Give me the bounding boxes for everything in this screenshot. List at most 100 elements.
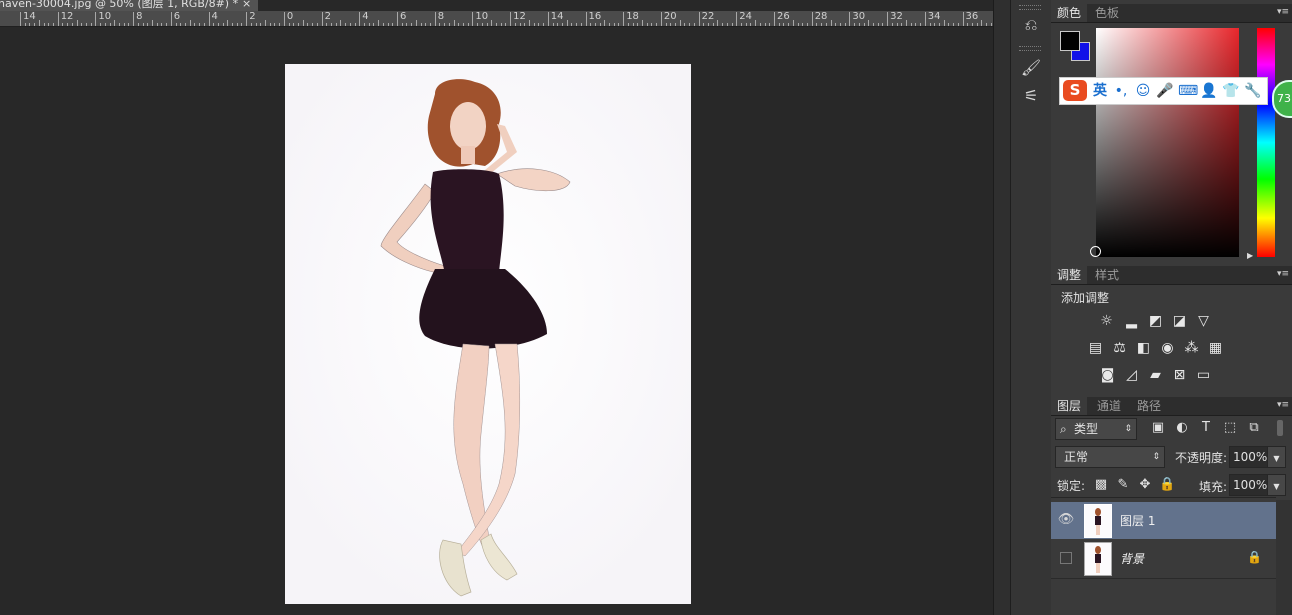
tool-presets-icon[interactable]: ⚟ [1018,85,1044,107]
color-picker-field[interactable] [1090,28,1239,257]
layers-scrollbar[interactable] [1276,500,1292,615]
selective-color-icon[interactable]: ⊠ [1171,367,1188,384]
vibrance-icon[interactable]: ▽ [1195,313,1212,330]
ruler-major-tick [510,12,512,26]
panel-menu-icon[interactable]: ▾≡ [1277,269,1289,279]
user-icon[interactable]: 👤 [1200,81,1218,101]
black-white-icon[interactable]: ◧ [1135,340,1152,357]
ruler-minor-tick [378,20,380,26]
document-canvas[interactable]: 2 [285,64,691,604]
ruler-minor-tick [943,20,945,26]
opacity-input[interactable]: 100% [1229,446,1268,468]
layer-row-background[interactable]: 背景 🔒 [1051,540,1276,577]
ruler-minor-tick [632,23,634,26]
keyboard-icon[interactable]: ⌨ [1178,81,1198,101]
ime-language-toggle[interactable]: 英 [1091,81,1109,101]
wrench-icon[interactable]: 🔧 [1244,81,1262,101]
foreground-color-swatch[interactable] [1060,31,1080,51]
shape-layer-filter-icon[interactable]: ⬚ [1222,420,1238,436]
ruler-minor-tick [331,23,333,26]
panel-menu-icon[interactable]: ▾≡ [1277,400,1289,410]
lock-all-icon[interactable]: 🔒 [1159,477,1175,493]
tab-adjustments[interactable]: 调整 [1051,266,1088,284]
posterize-icon[interactable]: ◿ [1123,367,1140,384]
ruler-minor-tick [717,20,719,26]
history-icon[interactable]: ⎌ [1018,14,1044,36]
tab-color[interactable]: 颜色 [1051,4,1088,22]
ruler-major-tick [774,12,775,26]
brush-presets-icon[interactable]: 🖌 [1018,57,1044,79]
ruler-major-tick [208,12,210,26]
blend-mode-select[interactable]: 正常 ⇕ [1055,446,1165,468]
photo-filter-icon[interactable]: ◉ [1159,340,1176,357]
tab-channels[interactable]: 通道 [1091,397,1127,415]
pixel-layer-filter-icon[interactable]: ▣ [1150,420,1166,436]
ruler-label: 16 [588,11,602,22]
hue-slider[interactable] [1257,28,1275,257]
threshold-icon[interactable]: ▰ [1147,367,1164,384]
lock-position-icon[interactable]: ✥ [1137,477,1153,493]
tab-layers[interactable]: 图层 [1051,397,1088,415]
levels-icon[interactable]: ▂ [1123,313,1140,330]
ruler-minor-tick [957,23,959,26]
microphone-icon[interactable]: 🎤 [1156,81,1174,101]
smart-object-filter-icon[interactable]: ⧉ [1246,420,1262,436]
curves-icon[interactable]: ◩ [1147,313,1164,330]
layer-row-layer1[interactable]: 👁 图层 1 [1051,502,1276,539]
color-balance-icon[interactable]: ⚖ [1111,340,1128,357]
fill-dropdown[interactable]: ▼ [1267,474,1286,496]
ime-punctuation-toggle[interactable]: •, [1112,81,1130,101]
color-lookup-icon[interactable]: ▦ [1207,340,1224,357]
ruler-minor-tick [166,23,168,26]
ruler-minor-tick [392,23,394,26]
ruler-minor-tick [920,23,922,26]
ruler-minor-tick [128,23,130,26]
layer-name[interactable]: 背景 [1120,550,1144,567]
close-document-icon[interactable]: × [242,0,251,9]
smiley-icon[interactable]: ☺ [1134,81,1152,101]
visibility-checkbox[interactable] [1060,552,1072,564]
ruler-minor-tick [382,23,384,26]
ruler-label: 28 [814,11,828,22]
ime-logo[interactable]: S [1063,80,1087,101]
channel-mixer-icon[interactable]: ⁂ [1183,340,1200,357]
panel-menu-icon[interactable]: ▾≡ [1277,7,1289,17]
document-tab[interactable]: haven-30004.jpg @ 50% (图层 1, RGB/8#) * × [0,0,258,11]
type-layer-filter-icon[interactable]: T [1198,420,1214,436]
hue-slider-marker-icon[interactable]: ▶ [1247,251,1253,260]
color-picker-cursor[interactable] [1090,246,1101,257]
ruler-major-tick [547,12,549,26]
adjustment-layer-filter-icon[interactable]: ◐ [1174,420,1190,436]
exposure-icon[interactable]: ◪ [1171,313,1188,330]
ruler-label: 2 [324,11,331,22]
tab-swatches[interactable]: 色板 [1089,4,1125,22]
ruler-minor-tick [731,23,733,26]
ruler-label: 10 [475,11,489,22]
fill-input[interactable]: 100% [1229,474,1268,496]
ruler-minor-tick [505,23,507,26]
invert-icon[interactable]: ◙ [1099,367,1116,384]
strip-grip[interactable] [1019,46,1041,51]
filter-toggle-switch[interactable] [1277,420,1283,436]
opacity-dropdown[interactable]: ▼ [1267,446,1286,468]
hue-saturation-icon[interactable]: ▤ [1087,340,1104,357]
ruler-minor-tick [750,23,752,26]
gradient-map-icon[interactable]: ▭ [1195,367,1212,384]
ruler-minor-tick [24,23,26,26]
tab-styles[interactable]: 样式 [1089,266,1125,284]
strip-grip[interactable] [1019,5,1041,10]
brightness-icon[interactable]: ☼ [1098,313,1115,330]
ruler-minor-tick [528,20,530,26]
eye-icon[interactable]: 👁 [1057,511,1075,529]
layer-name[interactable]: 图层 1 [1120,512,1155,529]
shirt-icon[interactable]: 👕 [1222,81,1240,101]
lock-image-pixels-icon[interactable]: ✎ [1115,477,1131,493]
ruler-label: 34 [927,11,941,22]
ime-toolbar[interactable]: S 英 •, ☺ 🎤 ⌨ 👤 👕 🔧 [1059,77,1268,105]
layer-filter-select[interactable]: ⌕ 类型 ⇕ [1055,418,1137,440]
ruler-minor-tick [448,23,450,26]
ruler-minor-tick [100,23,102,26]
tab-paths[interactable]: 路径 [1131,397,1167,415]
lock-transparency-icon[interactable]: ▩ [1093,477,1109,493]
ruler-minor-tick [637,23,639,26]
